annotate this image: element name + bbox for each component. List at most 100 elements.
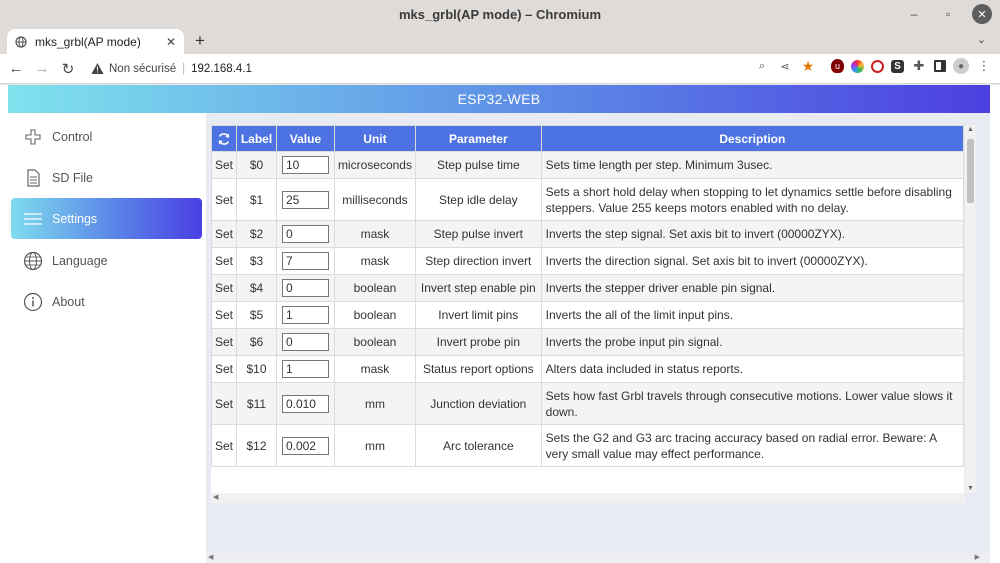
forward-arrow-icon[interactable]: →	[29, 56, 55, 82]
set-button[interactable]: Set	[211, 220, 238, 248]
page-scroll-left-arrow-icon[interactable]: ◀	[208, 553, 213, 561]
table-row: Set$11 mmJunction deviationSets how fast …	[211, 382, 964, 425]
parameter-cell: Invert limit pins	[414, 301, 542, 329]
puzzle-icon[interactable]: ✚	[911, 58, 927, 74]
browser-tab[interactable]: mks_grbl(AP mode) ✕	[7, 29, 184, 54]
table-row: Set$4 booleanInvert step enable pinInvert…	[211, 274, 964, 302]
window-title: mks_grbl(AP mode) – Chromium	[398, 6, 602, 22]
parameter-cell: Step direction invert	[414, 247, 542, 275]
set-button[interactable]: Set	[211, 424, 238, 467]
value-cell	[275, 247, 335, 275]
sidebar-item-language[interactable]: Language	[11, 240, 202, 281]
unit-cell: mask	[333, 220, 416, 248]
set-button[interactable]: Set	[211, 247, 238, 275]
sidebar-item-sd-file[interactable]: SD File	[11, 157, 202, 198]
description-cell: Inverts the all of the limit input pins.	[540, 301, 964, 329]
setting-label: $10	[236, 355, 277, 383]
settings-table: Label Value Unit Parameter Description S…	[211, 125, 964, 467]
setting-label: $4	[236, 274, 277, 302]
tab-close-icon[interactable]: ✕	[166, 35, 176, 49]
minimize-icon[interactable]: –	[904, 4, 924, 24]
sidebar-item-control[interactable]: Control	[11, 116, 202, 157]
scrollbar-thumb[interactable]	[967, 139, 974, 203]
setting-value-input[interactable]	[281, 436, 329, 455]
sidebar-item-label: Settings	[52, 211, 98, 226]
setting-value-input[interactable]	[281, 225, 329, 243]
page-horizontal-scrollbar[interactable]: ◀ ▶	[206, 553, 990, 563]
record-icon[interactable]	[871, 59, 884, 73]
globe-icon	[23, 251, 43, 271]
zoom-icon[interactable]: ⌕	[754, 58, 770, 74]
unit-cell: mask	[333, 355, 416, 383]
sidebar-item-settings[interactable]: Settings	[11, 198, 202, 239]
set-button[interactable]: Set	[211, 355, 238, 383]
setting-value-input[interactable]	[281, 190, 329, 209]
set-button[interactable]: Set	[211, 274, 238, 302]
set-button[interactable]: Set	[211, 178, 238, 221]
value-cell	[275, 424, 335, 467]
url-text: 192.168.4.1	[191, 62, 252, 75]
address-bar[interactable]: Non sécurisé | 192.168.4.1	[91, 62, 252, 75]
scroll-up-arrow-icon[interactable]: ▲	[967, 126, 974, 133]
side-panel-icon[interactable]	[934, 60, 946, 72]
refresh-column-header[interactable]	[211, 125, 238, 152]
app-title: ESP32-WEB	[457, 91, 541, 107]
setting-value-input[interactable]	[281, 360, 329, 378]
bookmark-star-icon[interactable]: ★	[800, 58, 816, 74]
sidebar-item-label: Control	[52, 129, 93, 144]
value-cell	[275, 274, 335, 302]
close-window-icon[interactable]: ✕	[972, 4, 992, 24]
table-vertical-scrollbar[interactable]: ▲ ▼	[965, 125, 976, 493]
refresh-icon[interactable]	[217, 132, 231, 146]
setting-value-input[interactable]	[281, 333, 329, 351]
value-cell	[275, 151, 335, 179]
s-extension-icon[interactable]: S	[891, 59, 904, 73]
table-horizontal-scrollbar[interactable]: ◀	[211, 493, 965, 503]
browser-toolbar: ← → ↻ Non sécurisé | 192.168.4.1 ⌕ ⋖ ★ u…	[0, 54, 1000, 84]
unit-cell: boolean	[333, 328, 416, 356]
file-icon	[23, 168, 43, 188]
description-cell: Sets a short hold delay when stopping to…	[540, 178, 964, 221]
reload-icon[interactable]: ↻	[55, 56, 81, 82]
profile-icon[interactable]: ●	[953, 58, 969, 74]
set-button[interactable]: Set	[211, 328, 238, 356]
set-button[interactable]: Set	[211, 301, 238, 329]
setting-value-input[interactable]	[281, 252, 329, 270]
value-cell	[275, 178, 335, 221]
share-icon[interactable]: ⋖	[777, 58, 793, 74]
maximize-icon[interactable]: ▫	[938, 4, 958, 24]
setting-label: $0	[236, 151, 277, 179]
scroll-down-arrow-icon[interactable]: ▼	[967, 485, 974, 492]
value-cell	[275, 382, 335, 425]
parameter-cell: Invert probe pin	[414, 328, 542, 356]
value-cell	[275, 355, 335, 383]
description-cell: Sets time length per step. Minimum 3usec…	[540, 151, 964, 179]
window-titlebar: mks_grbl(AP mode) – Chromium – ▫ ✕	[0, 0, 1000, 28]
setting-label: $11	[236, 382, 277, 425]
setting-value-input[interactable]	[281, 394, 329, 413]
sidebar-item-label: Language	[52, 253, 108, 268]
sidebar-item-about[interactable]: About	[11, 281, 202, 322]
color-wheel-icon[interactable]	[851, 59, 864, 73]
value-column-header: Value	[275, 125, 335, 152]
ublock-icon[interactable]: u	[831, 59, 844, 73]
parameter-cell: Arc tolerance	[414, 424, 542, 467]
set-button[interactable]: Set	[211, 382, 238, 425]
page-scroll-right-arrow-icon[interactable]: ▶	[975, 553, 980, 561]
app-header: ESP32-WEB	[8, 85, 990, 113]
set-button[interactable]: Set	[211, 151, 238, 179]
table-row: Set$12 mmArc toleranceSets the G2 and G3 …	[211, 424, 964, 467]
description-cell: Sets the G2 and G3 arc tracing accuracy …	[540, 424, 964, 467]
back-arrow-icon[interactable]: ←	[3, 56, 29, 82]
sidebar-item-label: SD File	[52, 170, 93, 185]
sidebar-item-label: About	[52, 294, 85, 309]
setting-value-input[interactable]	[281, 279, 329, 297]
value-cell	[275, 301, 335, 329]
tab-search-chevron-icon[interactable]: ⌄	[977, 33, 986, 46]
setting-value-input[interactable]	[281, 156, 329, 174]
kebab-menu-icon[interactable]: ⋮	[976, 58, 992, 74]
new-tab-icon[interactable]: +	[190, 31, 210, 51]
scroll-left-arrow-icon[interactable]: ◀	[213, 493, 218, 501]
setting-value-input[interactable]	[281, 306, 329, 324]
description-cell: Inverts the probe input pin signal.	[540, 328, 964, 356]
